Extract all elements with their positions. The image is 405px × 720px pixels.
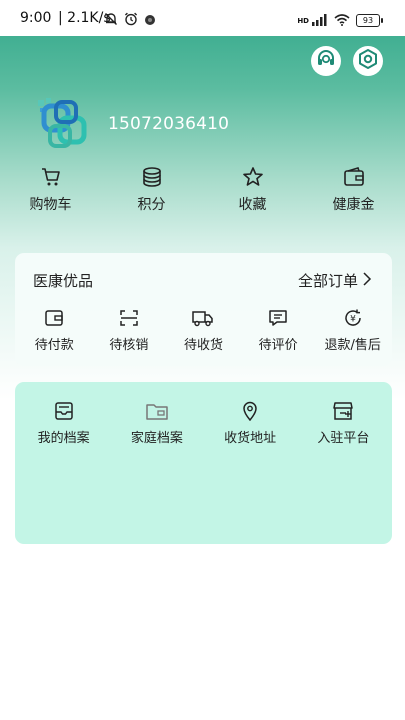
orders-card-title: 医康优品 xyxy=(33,272,94,290)
cart-icon xyxy=(40,164,62,190)
bell-off-icon xyxy=(104,11,118,30)
inbox-icon xyxy=(54,400,74,422)
svg-text:¥: ¥ xyxy=(350,315,356,325)
truck-icon xyxy=(192,307,214,329)
settings-button[interactable] xyxy=(353,46,383,76)
orders-card: 医康优品 全部订单 待付款 待核销 待收货 待评价 ¥ 退款/售后 xyxy=(15,253,392,366)
signal-icon xyxy=(312,11,328,30)
user-phone: 15072036410 xyxy=(108,114,230,134)
network-type-label: HD xyxy=(297,16,309,25)
chevron-right-icon xyxy=(362,271,372,290)
order-status-label: 待核销 xyxy=(109,338,149,353)
order-status-pending-payment[interactable]: 待付款 xyxy=(20,307,88,353)
status-speed: | 2.1K/s xyxy=(58,10,111,26)
order-status-pending-review[interactable]: 待评价 xyxy=(244,307,312,353)
location-pin-icon xyxy=(242,400,258,422)
wallet-icon xyxy=(343,164,365,190)
profile-header[interactable]: 15072036410 xyxy=(36,96,229,152)
quick-link-label: 收藏 xyxy=(238,197,267,213)
comment-icon xyxy=(268,307,288,329)
service-shipping-address[interactable]: 收货地址 xyxy=(206,400,294,446)
order-status-refund[interactable]: ¥ 退款/售后 xyxy=(319,307,387,353)
headset-icon xyxy=(315,48,337,74)
quick-link-label: 健康金 xyxy=(332,197,375,213)
all-orders-link[interactable]: 全部订单 xyxy=(298,270,372,291)
quick-link-points[interactable]: 积分 xyxy=(101,164,202,214)
order-status-label: 待收货 xyxy=(183,338,223,353)
alarm-icon xyxy=(124,11,138,30)
service-label: 入驻平台 xyxy=(317,431,370,446)
customer-service-button[interactable] xyxy=(311,46,341,76)
store-icon xyxy=(332,400,354,422)
quick-link-label: 积分 xyxy=(137,197,166,213)
service-label: 收货地址 xyxy=(224,431,277,446)
services-card: 我的档案 家庭档案 收货地址 入驻平台 xyxy=(15,382,392,544)
order-status-pending-delivery[interactable]: 待收货 xyxy=(169,307,237,353)
status-bar: 9:00 | 2.1K/s HD 93 xyxy=(0,0,405,36)
service-my-records[interactable]: 我的档案 xyxy=(20,400,108,446)
settings-hexagon-icon xyxy=(357,48,379,74)
all-orders-label: 全部订单 xyxy=(297,272,358,290)
service-family-records[interactable]: 家庭档案 xyxy=(113,400,201,446)
star-icon xyxy=(242,164,264,190)
service-label: 家庭档案 xyxy=(130,431,183,446)
order-status-label: 待付款 xyxy=(34,338,74,353)
quick-link-health-fund[interactable]: 健康金 xyxy=(303,164,404,214)
quick-link-label: 购物车 xyxy=(29,197,72,213)
order-status-pending-verification[interactable]: 待核销 xyxy=(95,307,163,353)
service-label: 我的档案 xyxy=(37,431,90,446)
quick-link-favorites[interactable]: 收藏 xyxy=(202,164,303,214)
order-status-label: 待评价 xyxy=(258,338,298,353)
battery-level: 93 xyxy=(356,14,380,27)
order-status-label: 退款/售后 xyxy=(324,338,381,353)
wallet-icon xyxy=(44,307,64,329)
app-notification-icon xyxy=(144,11,156,30)
service-join-platform[interactable]: 入驻平台 xyxy=(299,400,387,446)
folder-icon xyxy=(146,400,168,422)
scan-icon xyxy=(119,307,139,329)
quick-link-cart[interactable]: 购物车 xyxy=(0,164,101,214)
avatar[interactable] xyxy=(36,96,92,152)
coins-icon xyxy=(141,164,163,190)
quick-links: 购物车 积分 收藏 健康金 xyxy=(0,164,405,214)
status-time: 9:00 xyxy=(20,10,52,26)
wifi-icon xyxy=(334,11,350,30)
battery-indicator: 93 xyxy=(356,14,383,27)
refund-icon: ¥ xyxy=(343,307,363,329)
